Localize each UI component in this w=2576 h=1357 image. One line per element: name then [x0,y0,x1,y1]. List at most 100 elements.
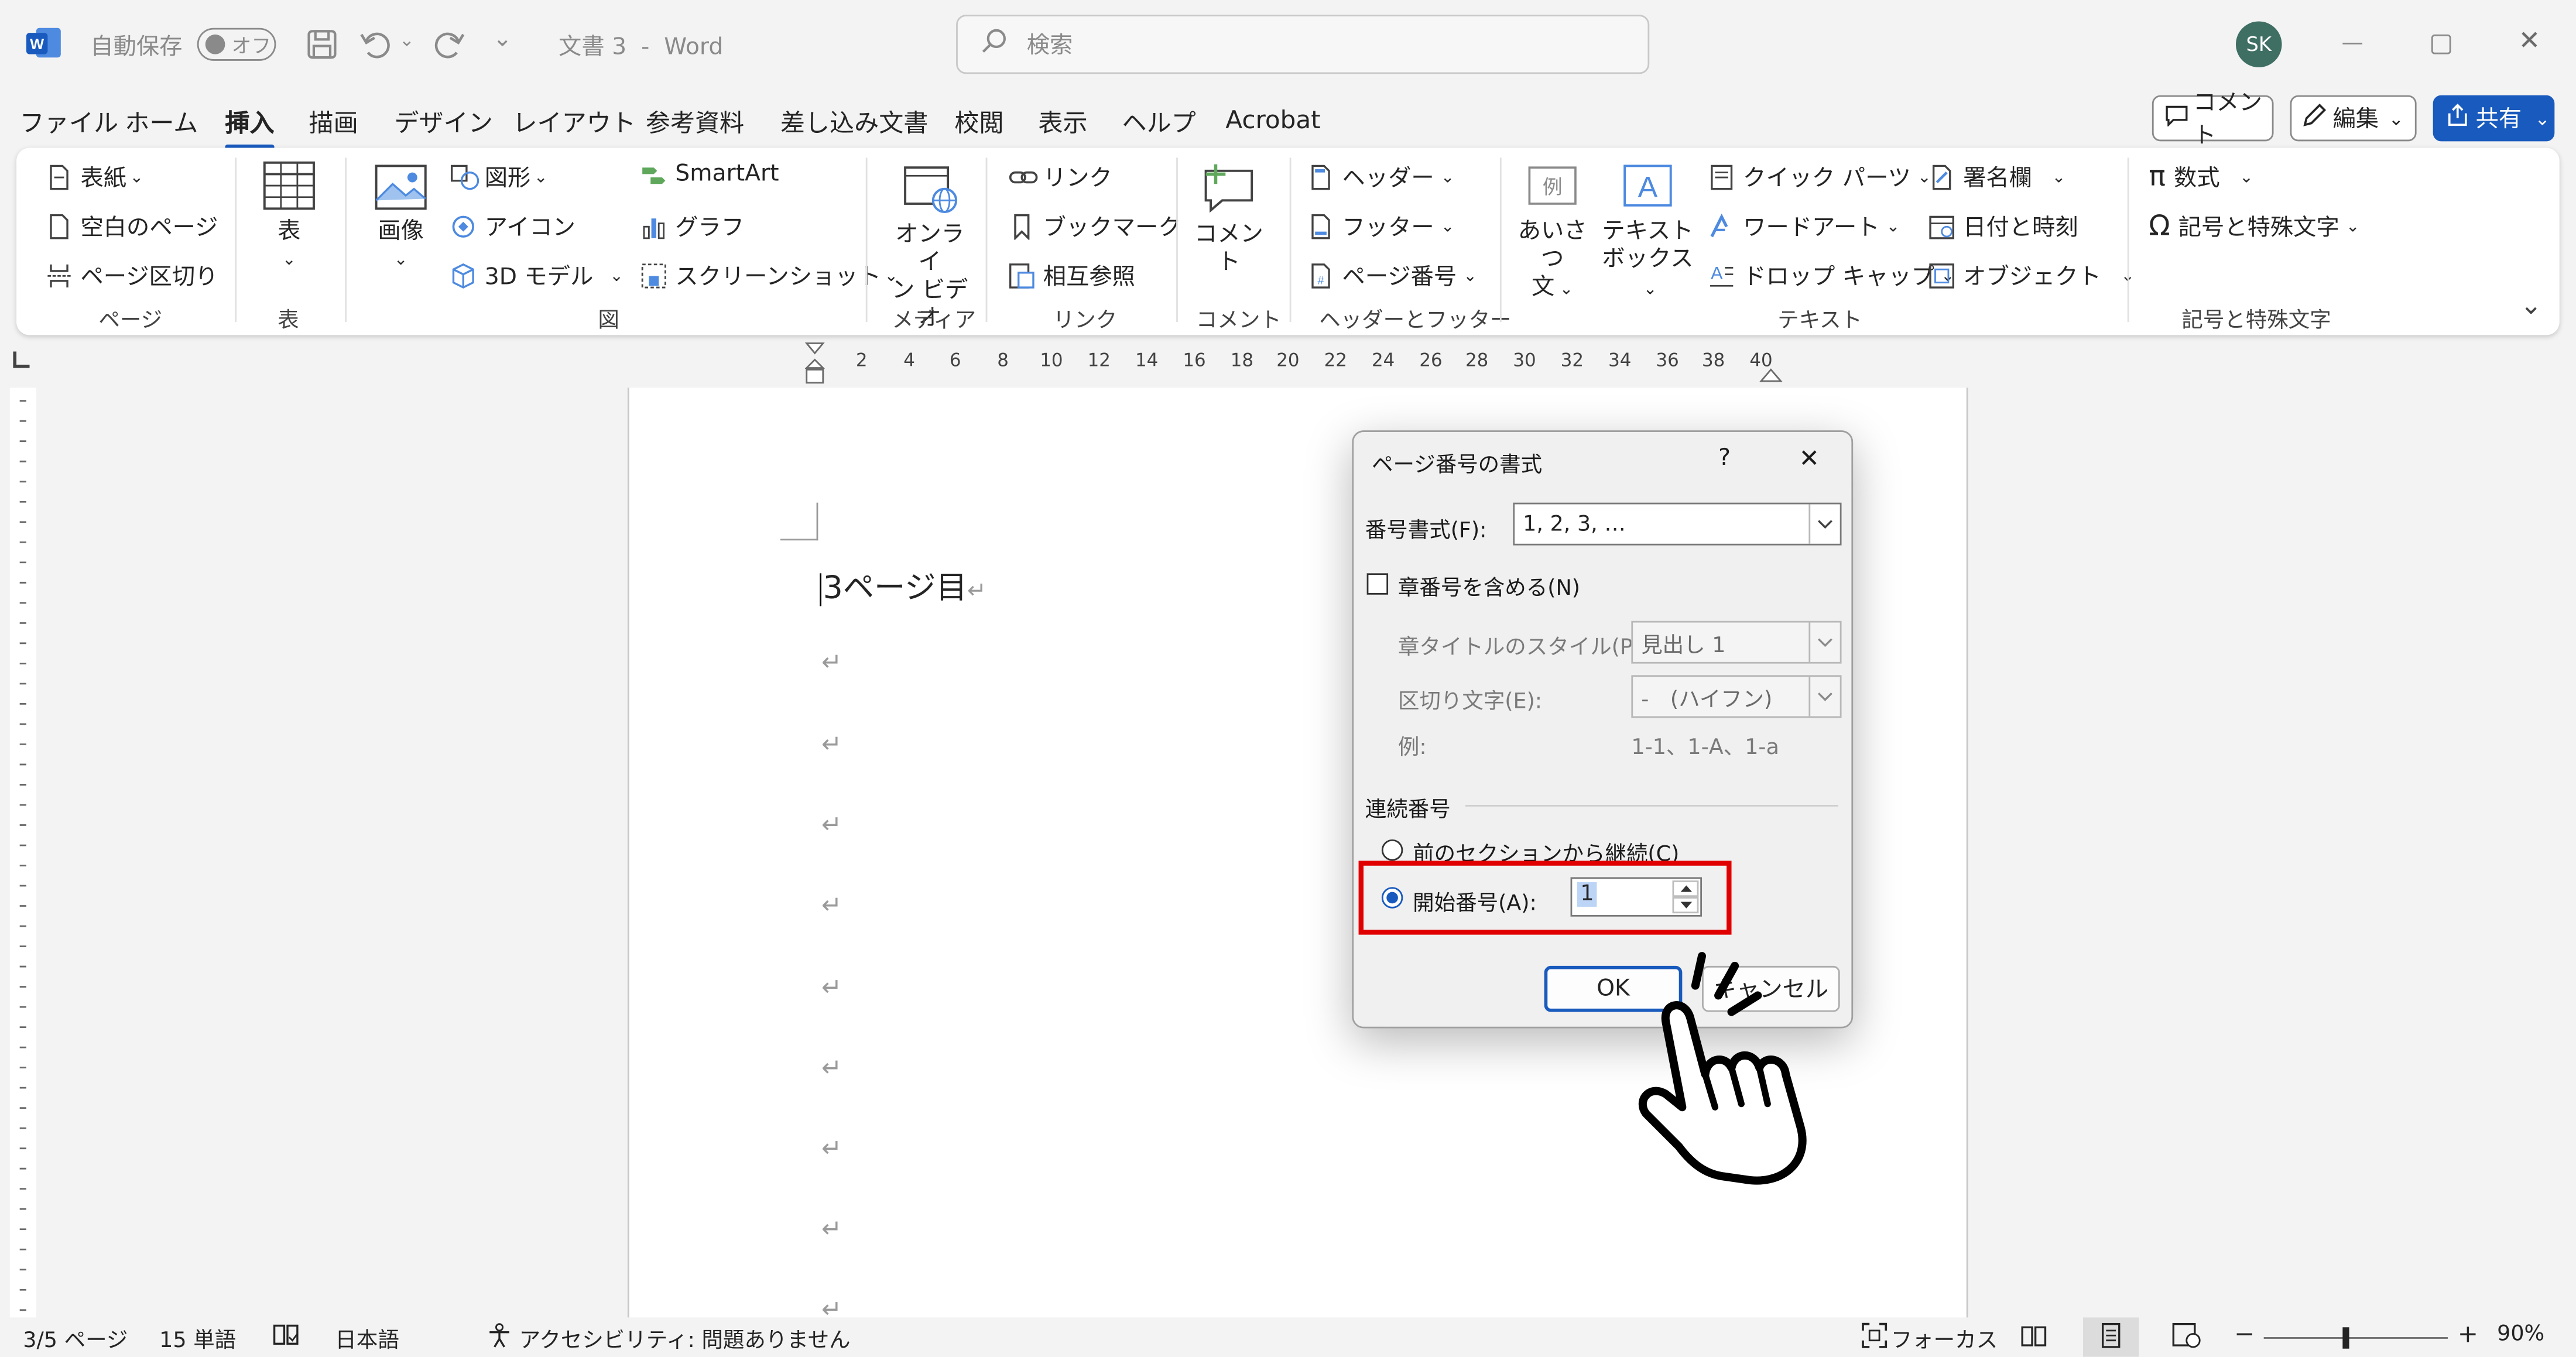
web-layout-icon[interactable] [2172,1322,2202,1355]
autosave-toggle[interactable]: オフ [197,28,276,61]
page-count[interactable]: 3/5 ページ [23,1322,128,1353]
chapter-style-select[interactable]: 見出し 1 [1631,621,1842,664]
symbol-button[interactable]: Ω 記号と特殊文字 ⌄ [2149,210,2359,243]
editing-button[interactable]: 編集 ⌄ [2290,95,2417,142]
footer-button[interactable]: フッター ⌄ [1308,210,1454,243]
dialog-close-button[interactable]: ✕ [1799,444,1820,474]
object-button[interactable]: オブジェクト⌄ [1928,259,2135,292]
link-button[interactable]: リンク [1009,161,1112,194]
help-button[interactable]: ? [1718,445,1731,471]
separator-select[interactable]: - (ハイフン) [1631,675,1842,718]
close-window-icon[interactable]: ✕ [2519,25,2541,56]
equation-button[interactable]: π 数式 ⌄ [2149,161,2253,194]
smartart-button[interactable]: SmartArt [640,161,779,187]
text-box-button[interactable]: A テキスト ボックス ⌄ [1600,161,1695,304]
document-first-line[interactable]: 3ページ目↵ [820,563,986,608]
paragraph-mark: ↵ [821,647,842,677]
greeting-button[interactable]: 例 あいさつ 文 ⌄ [1515,165,1590,304]
continue-radio[interactable] [1381,839,1403,861]
icons-button[interactable]: アイコン [450,210,576,243]
comments-label: コメント [2193,90,2262,150]
minimize-icon[interactable] [2342,42,2363,44]
omega-icon: Ω [2149,210,2170,244]
cross-reference-icon [1009,263,1035,289]
tab-insert[interactable]: 挿入 [225,105,275,150]
accessibility-status[interactable]: アクセシビリティ: 問題ありません [519,1322,851,1353]
shapes-button[interactable]: 図形 ⌄ [450,161,547,194]
avatar[interactable]: SK [2235,21,2282,68]
cross-reference-button[interactable]: 相互参照 [1009,259,1135,292]
tab-selector-icon[interactable] [13,351,30,368]
comments-button[interactable]: コメント [2152,90,2274,149]
chart-button[interactable]: グラフ [640,210,744,243]
language[interactable]: 日本語 [335,1322,399,1353]
page-number-label: ページ番号 [1342,264,1457,291]
ruler-tick: 26 [1419,349,1443,372]
document-title: 文書 3 - Word [559,30,723,63]
tab-help[interactable]: ヘルプ [1122,105,1195,140]
redo-icon[interactable] [430,28,467,67]
tab-references[interactable]: 参考資料 [646,105,744,140]
horizontal-ruler[interactable]: 2 4 6 8 10 12 14 16 18 20 22 24 26 28 30… [799,345,1784,378]
collapse-ribbon-icon[interactable]: ⌄ [2520,289,2542,320]
tab-mailings[interactable]: 差し込み文書 [780,105,929,140]
tab-design[interactable]: デザイン [394,105,492,140]
group-label-illustrations: 図 [598,309,619,334]
zoom-out-button[interactable]: − [2234,1319,2255,1349]
save-icon[interactable] [306,28,338,67]
signature-line-button[interactable]: 署名欄 ⌄ [1928,161,2065,194]
tab-view[interactable]: 表示 [1038,105,1087,140]
new-comment-button[interactable]: コメント [1188,161,1270,277]
zoom-slider-track[interactable] [2263,1337,2448,1339]
word-count[interactable]: 15 単語 [159,1322,236,1353]
vertical-ruler[interactable] [9,388,36,1324]
share-label: 共有 [2475,107,2522,133]
zoom-level[interactable]: 90% [2497,1322,2544,1347]
quick-parts-button[interactable]: クイック パーツ ⌄ [1708,161,1931,194]
picture-button[interactable]: 画像 ⌄ [368,165,434,275]
drop-cap-button[interactable]: A ドロップ キャップ ⌄ [1708,259,1955,292]
greeting-label-1: あいさつ [1517,218,1587,273]
tab-acrobat[interactable]: Acrobat [1225,105,1320,135]
proofing-icon[interactable] [273,1322,299,1352]
tab-file[interactable]: ファイル [20,105,118,140]
number-format-select[interactable]: 1, 2, 3, … [1513,502,1842,546]
screenshot-button[interactable]: スクリーンショット ⌄ [640,259,898,292]
section-divider [1465,804,1838,807]
wordart-button[interactable]: ワードアート ⌄ [1708,210,1900,243]
header-button[interactable]: ヘッダー ⌄ [1308,161,1454,194]
restore-icon[interactable] [2431,34,2451,54]
group-label-links: リンク [1053,309,1118,334]
date-time-button[interactable]: 日付と時刻 [1928,210,2078,243]
search-box[interactable]: 検索 [956,15,1650,74]
share-button[interactable]: 共有 ⌄ [2433,95,2555,142]
page-break-button[interactable]: ページ区切り [46,259,218,292]
undo-dropdown-icon[interactable]: ⌄ [399,30,415,51]
zoom-slider-thumb[interactable] [2342,1327,2349,1349]
bookmark-button[interactable]: ブックマーク [1009,210,1181,243]
tab-review[interactable]: 校閲 [954,105,1003,140]
ruler-tick: 36 [1656,349,1679,372]
include-chapter-checkbox[interactable] [1366,573,1389,595]
read-mode-icon[interactable] [2020,1322,2047,1355]
tab-layout[interactable]: レイアウト [512,105,635,140]
pi-icon: π [2149,160,2166,194]
tab-draw[interactable]: 描画 [309,105,358,140]
print-layout-icon[interactable] [2098,1322,2124,1355]
undo-icon[interactable] [358,28,395,67]
cover-page-label: 表紙 [80,166,127,193]
cover-page-button[interactable]: 表紙 ⌄ [46,161,143,194]
text-box-label-2: ボックス [1602,246,1694,273]
tab-home[interactable]: ホーム [125,105,198,140]
zoom-in-button[interactable]: + [2458,1319,2478,1349]
focus-icon[interactable] [1861,1322,1888,1355]
table-button[interactable]: 表 ⌄ [259,161,318,275]
blank-page-button[interactable]: 空白のページ [46,210,218,243]
page-number-button[interactable]: # ページ番号 ⌄ [1308,259,1477,292]
3d-models-button[interactable]: 3D モデル ⌄ [450,259,624,292]
right-indent-marker-icon[interactable] [1759,358,1783,382]
paragraph-mark: ↵ [821,1214,842,1244]
customize-qat-icon[interactable]: ⌄ [493,26,512,53]
accessibility-icon[interactable] [487,1322,513,1355]
focus-mode[interactable]: フォーカス [1891,1322,1998,1353]
